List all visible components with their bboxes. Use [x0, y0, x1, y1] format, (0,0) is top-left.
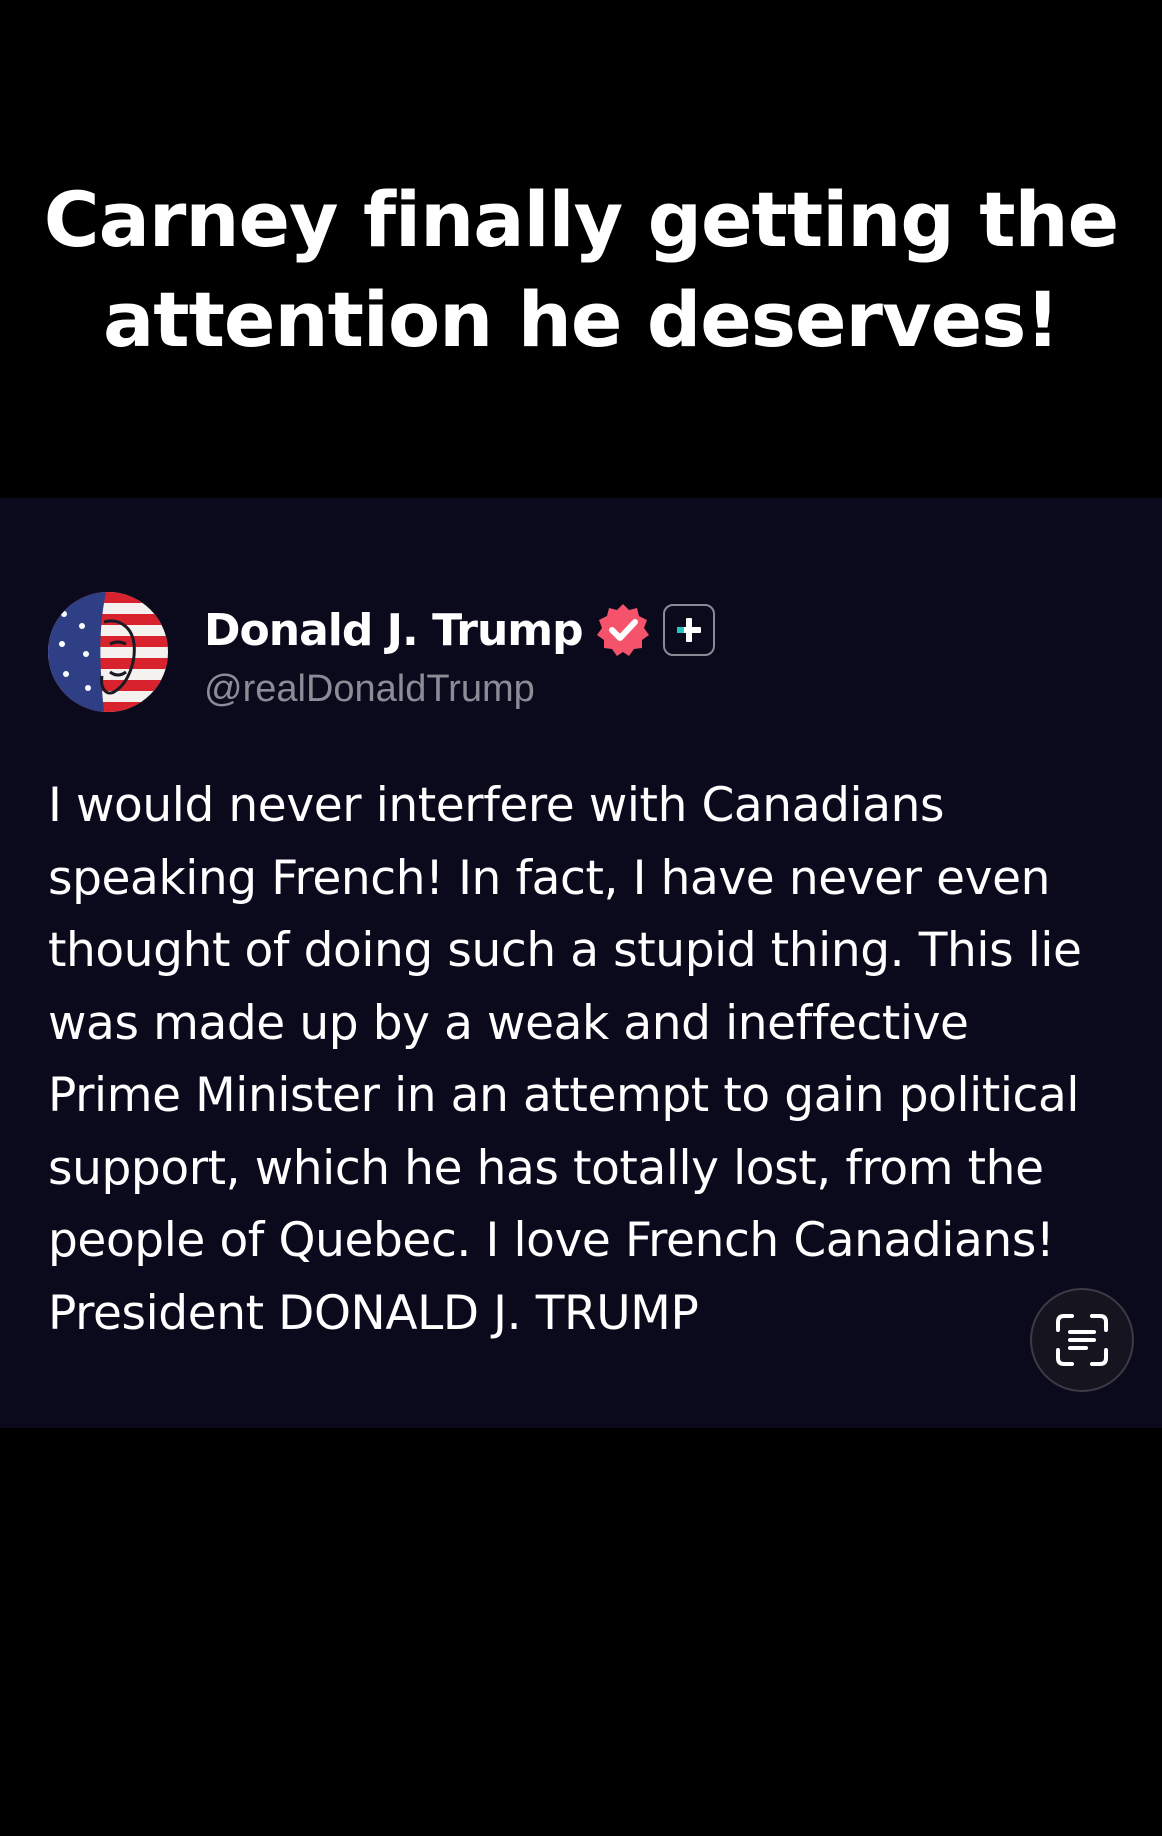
author-name[interactable]: Donald J. Trump [204, 605, 584, 656]
caption-line-2: attention he deserves! [102, 275, 1060, 364]
post-body-line: President DONALD J. TRUMP [48, 1285, 699, 1341]
author-avatar[interactable] [48, 592, 168, 712]
post-body-line: support, which he has totally lost, from… [48, 1140, 1044, 1196]
scan-text-icon [1056, 1314, 1108, 1366]
plus-icon[interactable] [662, 604, 715, 656]
post-body-line: Prime Minister in an attempt to gain pol… [48, 1068, 1079, 1123]
post-body-line: people of Quebec. I love French Canadian… [48, 1213, 1055, 1268]
caption-line-1: Carney finally getting the [43, 175, 1119, 264]
author-handle[interactable]: @realDonaldTrump [204, 664, 535, 714]
post-body-line: was made up by a weak and ineffective [48, 995, 969, 1051]
author-line: Donald J. Trump [204, 600, 715, 660]
post-card: Donald J. Trump I would never interfere … [0, 498, 1162, 1428]
post-body-line: I would never interfere with Canadians [48, 778, 945, 833]
video-caption: Carney finally getting the attention he … [0, 170, 1162, 370]
verified-checkmark-icon [596, 604, 649, 656]
scan-text-button[interactable] [1030, 1288, 1134, 1392]
post-body-line: speaking French! In fact, I have never e… [48, 850, 1050, 906]
post-body-line: thought of doing such a stupid thing. Th… [48, 923, 1082, 978]
post-body: I would never interfere with Canadians s… [48, 770, 1128, 1350]
